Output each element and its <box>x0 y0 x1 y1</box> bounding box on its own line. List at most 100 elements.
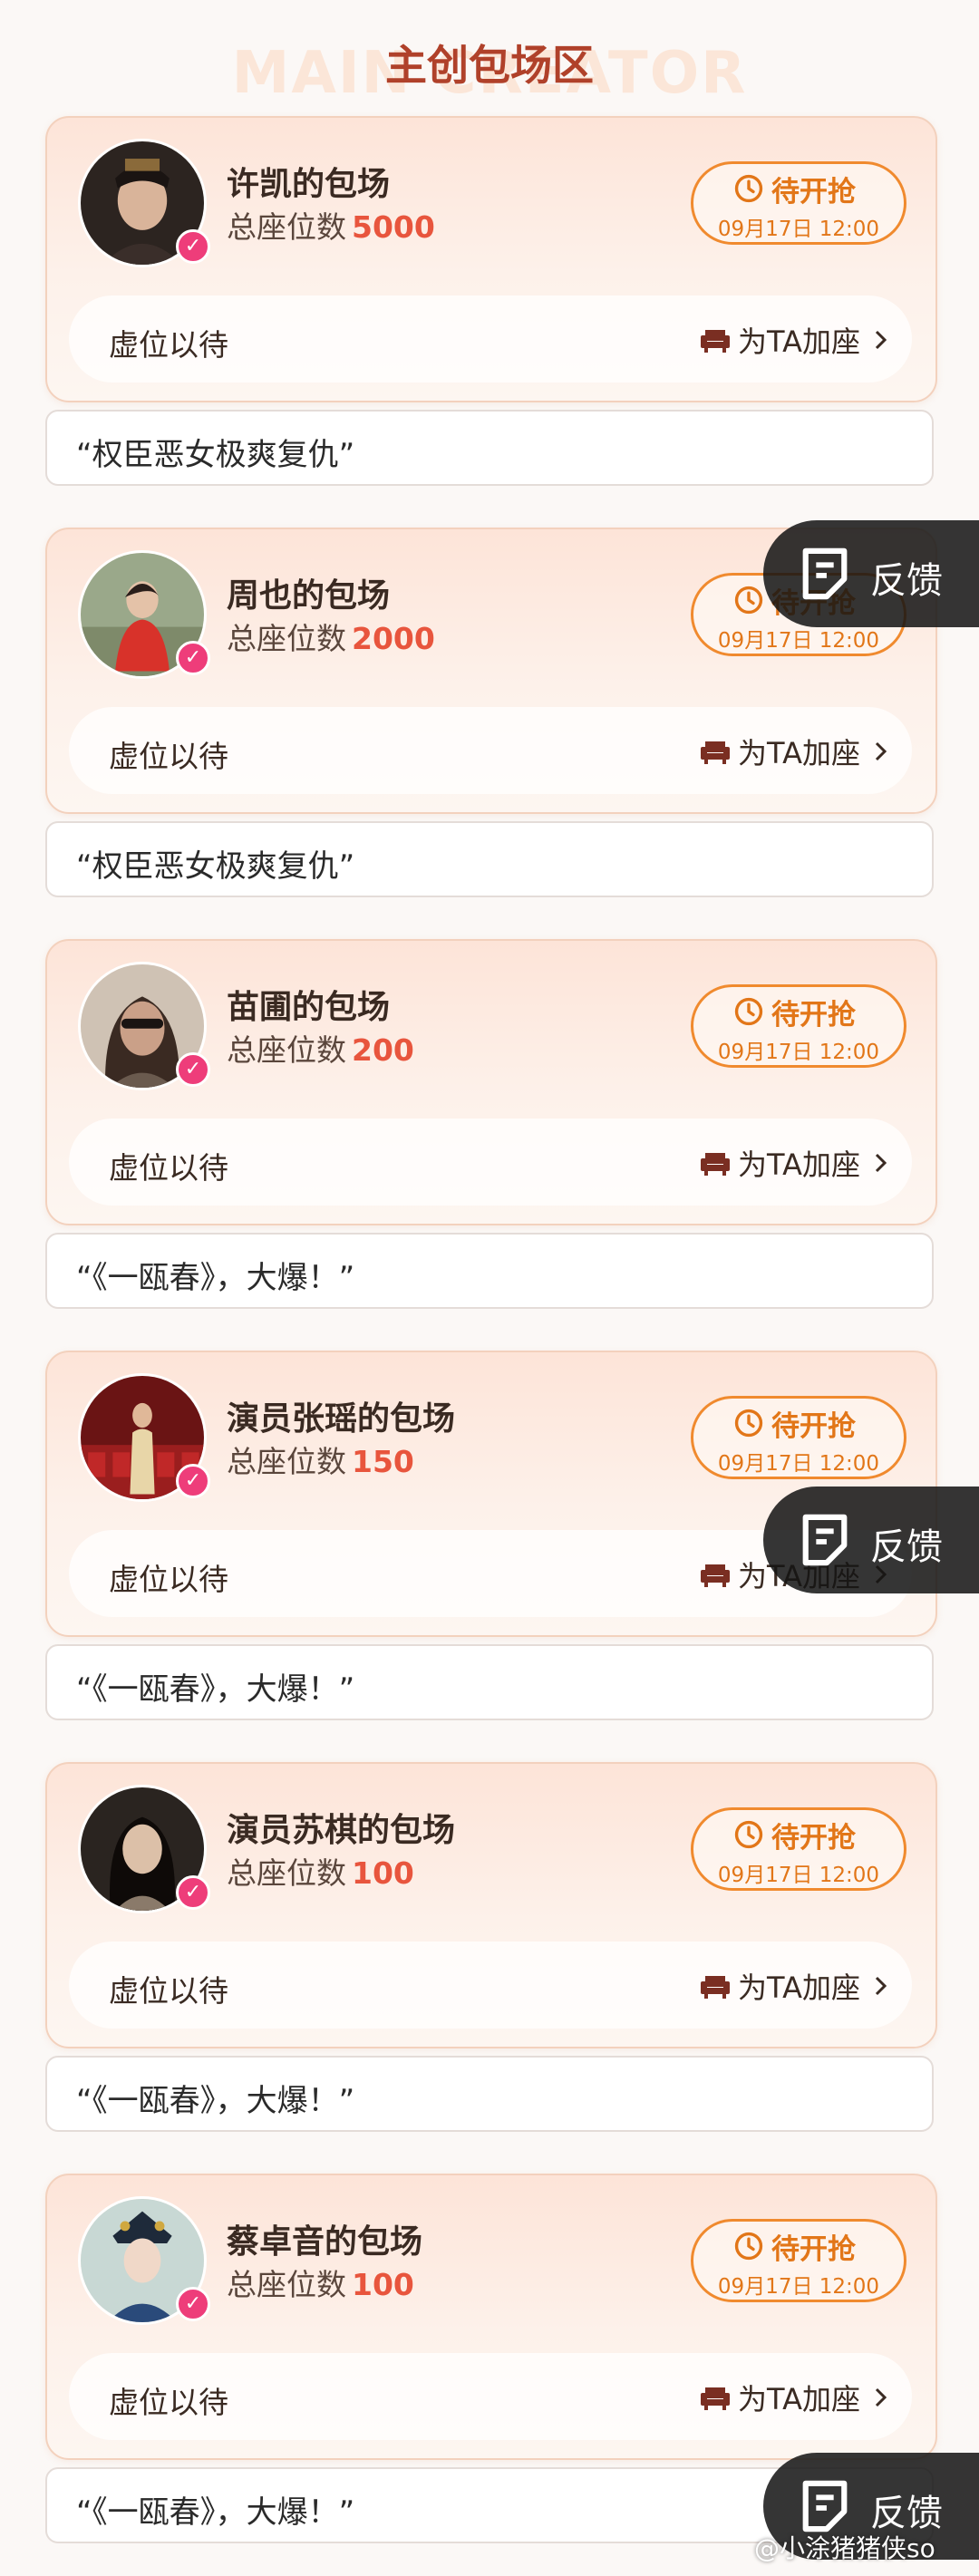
add-seat-label: 为TA加座 <box>738 1971 860 2005</box>
clock-icon <box>734 1820 763 1849</box>
reserve-row: 虚位以待 为TA加座 <box>69 2353 912 2440</box>
creator-name: 演员苏棋的包场 <box>227 1812 456 1849</box>
seat-icon <box>701 1153 730 1176</box>
creator-name: 许凯的包场 <box>227 166 391 203</box>
feedback-button[interactable]: 反馈 <box>763 520 979 627</box>
status-time: 09月17日 12:00 <box>717 2275 880 2299</box>
seat-count-line: 总座位数 150 <box>227 1438 414 1481</box>
chevron-right-icon <box>875 741 887 761</box>
creator-name: 苗圃的包场 <box>227 989 391 1026</box>
seat-count-label: 总座位数 <box>227 621 346 656</box>
add-seat-label: 为TA加座 <box>738 1148 860 1182</box>
reserve-label: 虚位以待 <box>109 1973 228 2009</box>
reserve-label: 虚位以待 <box>109 327 228 363</box>
clock-icon <box>734 586 763 615</box>
reserve-row: 虚位以待 为TA加座 <box>69 295 912 383</box>
reserve-row: 虚位以待 为TA加座 <box>69 707 912 794</box>
creator-name: 演员张瑶的包场 <box>227 1400 456 1438</box>
reserve-row: 虚位以待 为TA加座 <box>69 1119 912 1206</box>
slogan-box: “权臣恶女极爽复仇” <box>45 821 934 897</box>
status-label: 待开抢 <box>771 999 856 1031</box>
chevron-right-icon <box>875 1976 887 1996</box>
verified-badge: ✓ <box>176 2287 210 2321</box>
seat-count-value: 5000 <box>352 209 435 245</box>
verified-badge: ✓ <box>176 1464 210 1498</box>
seat-count-value: 2000 <box>352 621 435 656</box>
clock-icon <box>734 174 763 203</box>
feedback-icon <box>802 2480 848 2532</box>
status-time: 09月17日 12:00 <box>717 218 880 241</box>
slogan-text: “《一瓯春》，大爆！” <box>76 1671 355 1708</box>
slogan-text: “权臣恶女极爽复仇” <box>76 437 355 473</box>
clock-icon <box>734 1409 763 1438</box>
status-pill[interactable]: 待开抢 09月17日 12:00 <box>691 2219 906 2302</box>
status-label: 待开抢 <box>771 1410 856 1443</box>
status-pill[interactable]: 待开抢 09月17日 12:00 <box>691 1807 906 1891</box>
seat-icon <box>701 741 730 764</box>
section-title: 主创包场区 <box>385 41 594 90</box>
add-seat-button[interactable]: 为TA加座 <box>700 1965 890 2005</box>
chevron-right-icon <box>875 2387 887 2407</box>
status-pill[interactable]: 待开抢 09月17日 12:00 <box>691 984 906 1068</box>
slogan-text: “权臣恶女极爽复仇” <box>76 848 355 885</box>
creator-card[interactable]: ✓ 许凯的包场 总座位数 5000 待开抢 09月17日 12:00 虚位以待 为… <box>45 116 937 402</box>
feedback-button[interactable]: 反馈 <box>763 1487 979 1593</box>
reserve-label: 虚位以待 <box>109 1562 228 1597</box>
creator-name: 周也的包场 <box>227 577 391 615</box>
add-seat-button[interactable]: 为TA加座 <box>700 731 890 770</box>
creator-name: 蔡卓音的包场 <box>227 2223 423 2261</box>
seat-count-label: 总座位数 <box>227 209 346 245</box>
seat-count-value: 100 <box>352 2267 414 2302</box>
seat-count-label: 总座位数 <box>227 2267 346 2302</box>
seat-count-value: 200 <box>352 1032 414 1068</box>
status-time: 09月17日 12:00 <box>717 1452 880 1476</box>
creator-card[interactable]: ✓ 演员苏棋的包场 总座位数 100 待开抢 09月17日 12:00 虚位以待 … <box>45 1762 937 2048</box>
seat-count-label: 总座位数 <box>227 1032 346 1068</box>
add-seat-label: 为TA加座 <box>738 2382 860 2416</box>
verified-badge: ✓ <box>176 641 210 675</box>
section-header: MAIN CREATOR 主创包场区 <box>0 0 979 109</box>
chevron-right-icon <box>875 1153 887 1173</box>
slogan-text: “《一瓯春》，大爆！” <box>76 1260 355 1296</box>
slogan-box: “权臣恶女极爽复仇” <box>45 410 934 486</box>
clock-icon <box>734 997 763 1026</box>
feedback-label: 反馈 <box>870 1526 943 1568</box>
creator-card[interactable]: ✓ 苗圃的包场 总座位数 200 待开抢 09月17日 12:00 虚位以待 为T… <box>45 939 937 1225</box>
seat-count-line: 总座位数 100 <box>227 1849 414 1893</box>
seat-count-line: 总座位数 100 <box>227 2261 414 2304</box>
reserve-row: 虚位以待 为TA加座 <box>69 1942 912 2029</box>
status-time: 09月17日 12:00 <box>717 1864 880 1887</box>
seat-icon <box>701 1976 730 1999</box>
status-pill[interactable]: 待开抢 09月17日 12:00 <box>691 161 906 245</box>
add-seat-button[interactable]: 为TA加座 <box>700 319 890 359</box>
add-seat-label: 为TA加座 <box>738 736 860 770</box>
reserve-label: 虚位以待 <box>109 2385 228 2420</box>
verified-badge: ✓ <box>176 1052 210 1087</box>
status-label: 待开抢 <box>771 176 856 208</box>
seat-count-value: 100 <box>352 1855 414 1891</box>
add-seat-label: 为TA加座 <box>738 324 860 359</box>
seat-icon <box>701 1564 730 1587</box>
reserve-label: 虚位以待 <box>109 739 228 774</box>
chevron-right-icon <box>875 330 887 350</box>
slogan-box: “《一瓯春》，大爆！” <box>45 1644 934 1720</box>
creator-card[interactable]: ✓ 蔡卓音的包场 总座位数 100 待开抢 09月17日 12:00 虚位以待 为… <box>45 2174 937 2460</box>
slogan-text: “《一瓯春》，大爆！” <box>76 2083 355 2119</box>
seat-count-label: 总座位数 <box>227 1855 346 1891</box>
status-pill[interactable]: 待开抢 09月17日 12:00 <box>691 1396 906 1479</box>
status-label: 待开抢 <box>771 1822 856 1855</box>
weibo-credit: @小涂猪猪侠so <box>754 2533 935 2563</box>
seat-count-value: 150 <box>352 1444 414 1479</box>
slogan-text: “《一瓯春》，大爆！” <box>76 2494 355 2531</box>
add-seat-button[interactable]: 为TA加座 <box>700 2377 890 2416</box>
feedback-label: 反馈 <box>870 560 943 602</box>
slogan-box: “《一瓯春》，大爆！” <box>45 1233 934 1309</box>
seat-icon <box>701 330 730 353</box>
verified-badge: ✓ <box>176 1875 210 1910</box>
clock-icon <box>734 2232 763 2261</box>
add-seat-button[interactable]: 为TA加座 <box>700 1142 890 1182</box>
verified-badge: ✓ <box>176 229 210 264</box>
seat-icon <box>701 2387 730 2410</box>
reserve-label: 虚位以待 <box>109 1150 228 1186</box>
status-label: 待开抢 <box>771 2233 856 2266</box>
